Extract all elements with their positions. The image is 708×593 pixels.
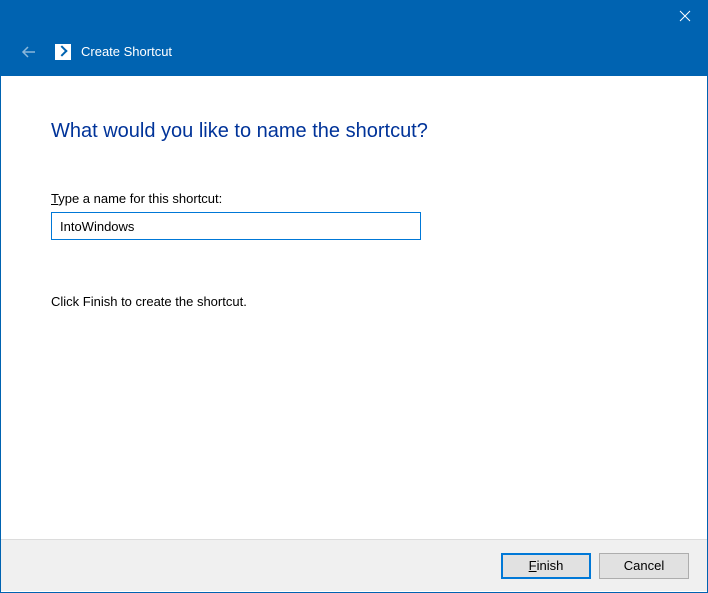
back-button	[17, 40, 41, 64]
cancel-button[interactable]: Cancel	[599, 553, 689, 579]
close-button[interactable]	[662, 1, 707, 31]
window-controls	[662, 1, 707, 31]
finish-text: inish	[537, 558, 564, 573]
finish-accel: F	[529, 558, 537, 573]
instruction-text: Click Finish to create the shortcut.	[51, 294, 657, 309]
page-heading: What would you like to name the shortcut…	[51, 120, 657, 143]
content-area: What would you like to name the shortcut…	[1, 76, 707, 309]
wizard-title: Create Shortcut	[81, 44, 172, 59]
input-label: Type a name for this shortcut:	[51, 191, 657, 206]
footer: Finish Cancel	[1, 539, 707, 591]
back-arrow-icon	[19, 42, 39, 62]
shortcut-name-input[interactable]	[51, 212, 421, 240]
titlebar: Create Shortcut	[1, 1, 707, 76]
finish-button[interactable]: Finish	[501, 553, 591, 579]
input-label-text: ype a name for this shortcut:	[58, 191, 222, 206]
shortcut-icon	[55, 44, 71, 60]
close-icon	[679, 10, 691, 22]
